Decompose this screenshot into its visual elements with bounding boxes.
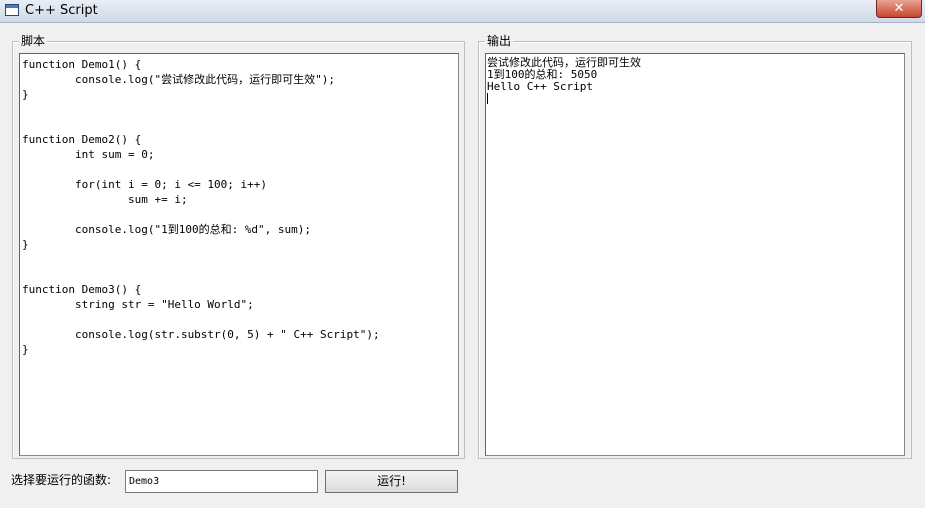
close-button[interactable]: ✕ <box>876 0 922 18</box>
script-group: 脚本 function Demo1() { console.log("尝试修改此… <box>12 33 465 459</box>
window-title: C++ Script <box>25 3 98 18</box>
script-code[interactable]: function Demo1() { console.log("尝试修改此代码，… <box>20 54 458 357</box>
title-bar[interactable]: C++ Script ✕ <box>0 0 925 23</box>
function-select-label: 选择要运行的函数: <box>11 473 112 487</box>
text-caret <box>487 93 488 104</box>
app-window-icon <box>5 4 19 16</box>
script-editor[interactable]: function Demo1() { console.log("尝试修改此代码，… <box>19 53 459 456</box>
main-window: C++ Script ✕ 脚本 function Demo1() { conso… <box>0 0 925 508</box>
function-name-input[interactable] <box>125 470 318 493</box>
output-box[interactable]: 尝试修改此代码，运行即可生效 1到100的总和: 5050 Hello C++ … <box>485 53 905 456</box>
output-group-label: 输出 <box>485 33 514 49</box>
output-line: Hello C++ Script <box>487 80 593 93</box>
run-button[interactable]: 运行! <box>325 470 458 493</box>
output-group: 输出 尝试修改此代码，运行即可生效 1到100的总和: 5050 Hello C… <box>478 33 912 459</box>
script-group-label: 脚本 <box>19 33 48 49</box>
